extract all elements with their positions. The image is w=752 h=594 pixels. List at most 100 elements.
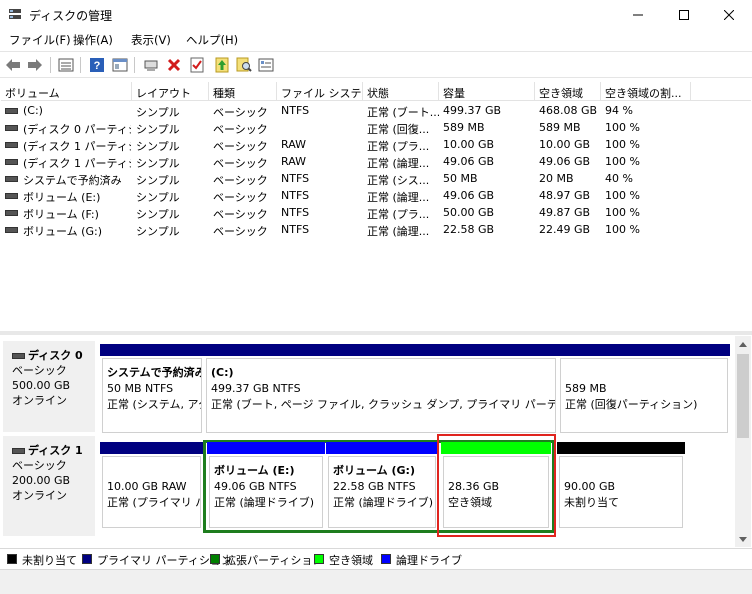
cell-status: 正常 (論理... xyxy=(367,191,430,204)
table-row[interactable]: (C:) シンプル ベーシック NTFS 正常 (ブート... 499.37 G… xyxy=(1,102,751,119)
partition-g[interactable]: ボリューム (G:) 22.58 GB NTFS 正常 (論理ドライブ) xyxy=(326,442,438,530)
up-icon[interactable] xyxy=(213,56,231,74)
cell-filesystem: RAW xyxy=(281,138,306,151)
cell-capacity: 589 MB xyxy=(443,121,485,134)
chevron-up-icon xyxy=(739,341,747,347)
menu-help[interactable]: ヘルプ(H) xyxy=(186,32,238,48)
close-button[interactable] xyxy=(706,0,752,29)
partition-raw-primary[interactable]: 10.00 GB RAW 正常 (プライマリ パ xyxy=(100,442,203,530)
cell-layout: シンプル xyxy=(136,123,180,136)
partition-c[interactable]: (C:) 499.37 GB NTFS 正常 (ブート, ページ ファイル, ク… xyxy=(204,344,558,435)
cell-status: 正常 (プラ... xyxy=(367,140,430,153)
properties-icon[interactable] xyxy=(111,56,129,74)
column-capacity[interactable]: 容量 xyxy=(439,82,535,101)
cell-layout: シンプル xyxy=(136,174,180,187)
primary-partition-band xyxy=(100,344,204,356)
search-icon[interactable] xyxy=(235,56,253,74)
cell-type: ベーシック xyxy=(213,140,268,153)
menu-file[interactable]: ファイル(F) xyxy=(9,32,71,48)
primary-partition-band xyxy=(558,344,730,356)
disk-1-name: ディスク 1 xyxy=(28,444,83,457)
cell-free-space: 48.97 GB xyxy=(539,189,591,202)
scroll-down-button[interactable] xyxy=(735,531,751,547)
column-filesystem[interactable]: ファイル システム xyxy=(277,82,363,101)
help-icon[interactable]: ? xyxy=(88,56,106,74)
partition-size: 10.00 GB RAW xyxy=(107,480,187,493)
cell-type: ベーシック xyxy=(213,191,268,204)
volume-icon xyxy=(5,227,18,233)
partition-size: 499.37 GB NTFS xyxy=(211,382,301,395)
menu-action[interactable]: 操作(A) xyxy=(73,32,113,48)
cell-capacity: 50.00 GB xyxy=(443,206,495,219)
check-icon[interactable] xyxy=(188,56,206,74)
cell-volume: ボリューム (E:) xyxy=(23,191,101,204)
forward-icon[interactable] xyxy=(26,56,44,74)
disk-name: ディスク 0 xyxy=(12,348,95,363)
column-layout[interactable]: レイアウト xyxy=(132,82,209,101)
cell-volume: (ディスク 1 パーティシ... xyxy=(23,140,131,153)
scroll-thumb[interactable] xyxy=(737,354,749,438)
cell-free-space: 468.08 GB xyxy=(539,104,598,117)
table-row[interactable]: (ディスク 0 パーティシ... シンプル ベーシック 正常 (回復... 58… xyxy=(1,119,751,136)
logical-drive-band xyxy=(207,442,325,454)
delete-icon[interactable] xyxy=(165,56,183,74)
partition-unallocated[interactable]: 90.00 GB 未割り当て xyxy=(557,442,685,530)
maximize-button[interactable] xyxy=(661,0,707,29)
column-free-space[interactable]: 空き領域 xyxy=(535,82,601,101)
column-type[interactable]: 種類 xyxy=(209,82,277,101)
disk-1-label[interactable]: ディスク 1 ベーシック 200.00 GB オンライン xyxy=(3,436,95,536)
cell-volume: システムで予約済み xyxy=(23,174,122,187)
volume-icon xyxy=(5,176,18,182)
disk-0-label[interactable]: ディスク 0 ベーシック 500.00 GB オンライン xyxy=(3,341,95,432)
cell-volume: (ディスク 1 パーティシ... xyxy=(23,157,131,170)
cell-volume: (ディスク 0 パーティシ... xyxy=(23,123,131,136)
scroll-up-button[interactable] xyxy=(735,336,751,352)
table-row[interactable]: (ディスク 1 パーティシ... シンプル ベーシック RAW 正常 (プラ..… xyxy=(1,136,751,153)
list-view-icon[interactable] xyxy=(57,56,75,74)
volume-icon xyxy=(5,142,18,148)
cell-filesystem: NTFS xyxy=(281,104,310,117)
minimize-button[interactable] xyxy=(615,0,661,29)
status-bar xyxy=(0,569,752,594)
column-free-percent[interactable]: 空き領域の割... xyxy=(601,82,691,101)
column-status[interactable]: 状態 xyxy=(363,82,439,101)
partition-body: 589 MB 正常 (回復パーティション) xyxy=(560,358,728,433)
cell-free-percent: 100 % xyxy=(605,206,640,219)
partition-body: ボリューム (E:) 49.06 GB NTFS 正常 (論理ドライブ) xyxy=(209,456,323,528)
minimize-icon xyxy=(633,14,643,15)
table-row[interactable]: (ディスク 1 パーティシ... シンプル ベーシック RAW 正常 (論理..… xyxy=(1,153,751,170)
legend-label: 論理ドライブ xyxy=(396,554,462,567)
disk-icon xyxy=(12,447,25,454)
partition-e[interactable]: ボリューム (E:) 49.06 GB NTFS 正常 (論理ドライブ) xyxy=(207,442,325,530)
back-icon[interactable] xyxy=(4,56,22,74)
volume-icon xyxy=(5,108,18,114)
partition-system-reserved[interactable]: システムで予約済み 50 MB NTFS 正常 (システム, アク xyxy=(100,344,204,435)
partition-body: (C:) 499.37 GB NTFS 正常 (ブート, ページ ファイル, ク… xyxy=(206,358,556,433)
cell-volume: ボリューム (G:) xyxy=(23,225,102,238)
table-row[interactable]: ボリューム (F:) シンプル ベーシック NTFS 正常 (プラ... 50.… xyxy=(1,204,751,221)
menu-view[interactable]: 表示(V) xyxy=(131,32,171,48)
cell-free-space: 49.06 GB xyxy=(539,155,591,168)
cell-filesystem: RAW xyxy=(281,155,306,168)
pane-splitter[interactable] xyxy=(0,331,752,335)
cell-filesystem: NTFS xyxy=(281,206,310,219)
settings-icon[interactable] xyxy=(257,56,275,74)
partition-body: 10.00 GB RAW 正常 (プライマリ パ xyxy=(102,456,201,528)
legend-swatch-primary xyxy=(82,554,92,564)
partition-recovery[interactable]: 589 MB 正常 (回復パーティション) xyxy=(558,344,730,435)
partition-status: 正常 (プライマリ パ xyxy=(107,496,201,509)
connect-icon[interactable] xyxy=(142,56,160,74)
column-volume[interactable]: ボリューム xyxy=(1,82,132,101)
cell-type: ベーシック xyxy=(213,174,268,187)
table-row[interactable]: システムで予約済み シンプル ベーシック NTFS 正常 (シス... 50 M… xyxy=(1,170,751,187)
partition-name: ボリューム (E:) xyxy=(214,464,295,477)
table-row[interactable]: ボリューム (G:) シンプル ベーシック NTFS 正常 (論理... 22.… xyxy=(1,221,751,238)
disk-name: ディスク 1 xyxy=(12,443,95,458)
cell-layout: シンプル xyxy=(136,208,180,221)
menu-bar: ファイル(F) 操作(A) 表示(V) ヘルプ(H) xyxy=(0,29,752,50)
vertical-scrollbar[interactable] xyxy=(735,336,751,547)
table-row[interactable]: ボリューム (E:) シンプル ベーシック NTFS 正常 (論理... 49.… xyxy=(1,187,751,204)
logical-drive-band xyxy=(326,442,438,454)
toolbar-separator xyxy=(80,57,81,73)
primary-partition-band xyxy=(100,442,203,454)
